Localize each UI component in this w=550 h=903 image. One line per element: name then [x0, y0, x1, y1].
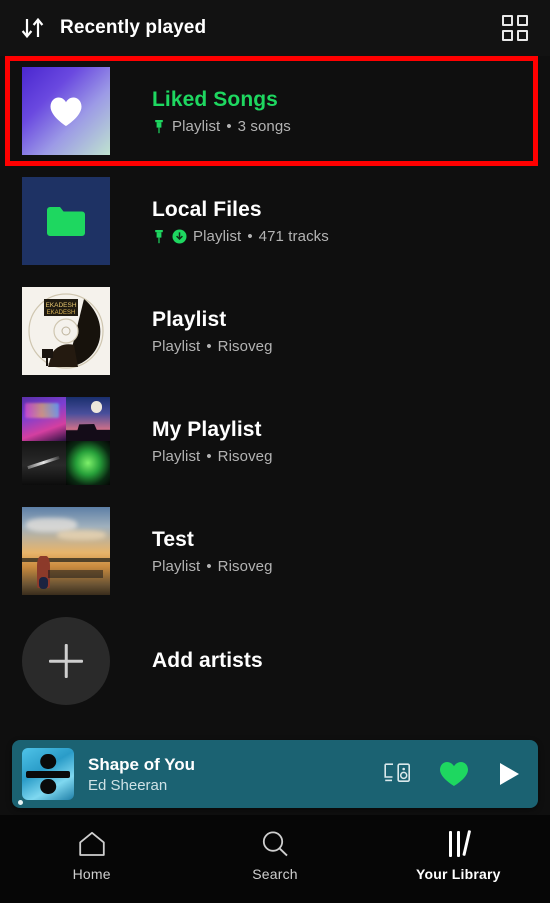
tab-your-library[interactable]: Your Library — [367, 829, 550, 882]
tab-home[interactable]: Home — [0, 829, 183, 882]
separator: • — [247, 228, 253, 246]
library-icon — [448, 829, 471, 859]
grid-view-icon[interactable] — [502, 15, 528, 41]
search-icon — [261, 829, 289, 859]
page-title: Recently played — [60, 17, 207, 38]
now-playing-artist: Ed Sheeran — [88, 776, 168, 794]
list-item-meta: Liked Songs Playlist • 3 songs — [152, 87, 291, 135]
heart-icon — [50, 97, 82, 126]
pin-icon — [152, 119, 166, 134]
local-files-artwork — [22, 177, 110, 265]
svg-text:EKADESH: EKADESH — [47, 310, 76, 316]
list-item-type: Playlist — [152, 338, 201, 356]
list-item[interactable]: Test Playlist • Risoveg — [0, 496, 550, 606]
divide-dot — [40, 778, 56, 795]
title-band — [48, 570, 103, 579]
list-item-type: Playlist — [172, 118, 221, 136]
plus-icon — [22, 617, 110, 705]
tab-label: Search — [252, 866, 298, 882]
connect-to-device-icon[interactable] — [384, 762, 412, 786]
list-item-type: Playlist — [193, 228, 242, 246]
list-item-title: My Playlist — [152, 417, 262, 441]
cd-disc-image: EKADESH EKADESH — [22, 287, 110, 375]
list-item-title: Test — [152, 527, 195, 551]
collage-tile — [66, 397, 110, 441]
add-artists-row[interactable]: Add artists — [0, 606, 550, 716]
library-bar — [456, 831, 460, 857]
list-item-subtitle: Playlist • Risoveg — [152, 558, 273, 575]
list-item-detail: 471 tracks — [258, 228, 329, 246]
list-item[interactable]: EKADESH EKADESH Playlist Playlist • Riso… — [0, 276, 550, 386]
now-playing-actions — [384, 761, 522, 787]
list-item-title: Local Files — [152, 197, 262, 221]
folder-icon — [47, 206, 85, 236]
disc-artwork: EKADESH EKADESH — [22, 287, 110, 375]
tab-search[interactable]: Search — [183, 829, 366, 882]
list-item-meta: My Playlist Playlist • Risoveg — [152, 417, 273, 465]
bottom-navigation: Home Search Your Library — [0, 815, 550, 903]
app-screen: Recently played Liked Songs Playlist • 3… — [0, 0, 550, 903]
now-playing-title: Shape of You — [88, 754, 196, 774]
list-item-title: Liked Songs — [152, 87, 278, 111]
list-item-type: Playlist — [152, 448, 201, 466]
collage-artwork — [22, 397, 110, 485]
library-list: Liked Songs Playlist • 3 songs Local Fil… — [0, 56, 550, 716]
list-item-meta: Local Files Playlist • 471 tracks — [152, 197, 329, 245]
heart-filled-icon[interactable] — [439, 761, 469, 787]
list-item-subtitle: Playlist • Risoveg — [152, 448, 273, 465]
list-item-detail: 3 songs — [237, 118, 291, 136]
list-item[interactable]: My Playlist Playlist • Risoveg — [0, 386, 550, 496]
library-bar — [462, 830, 471, 857]
list-item-detail: Risoveg — [217, 338, 273, 356]
add-artists-label: Add artists — [152, 648, 263, 672]
collage-tile — [22, 397, 66, 441]
list-item-subtitle: Playlist • 471 tracks — [152, 228, 329, 245]
separator: • — [226, 118, 232, 136]
sort-down-up-icon[interactable] — [18, 13, 48, 43]
horizon-line — [22, 558, 110, 562]
download-icon — [172, 229, 187, 244]
list-item-subtitle: Playlist • 3 songs — [152, 118, 291, 135]
plus-glyph — [49, 644, 83, 678]
divide-bar — [26, 770, 70, 778]
cloud-shape — [57, 529, 107, 541]
grid-cell — [502, 30, 513, 41]
svg-text:EKADESH: EKADESH — [45, 302, 76, 309]
collage-tile — [22, 441, 66, 485]
header: Recently played — [0, 0, 550, 56]
grid-cell — [517, 30, 528, 41]
add-artists-meta: Add artists — [152, 648, 263, 674]
home-icon — [78, 829, 106, 859]
separator: • — [206, 338, 212, 356]
sunset-artwork — [22, 507, 110, 595]
now-playing-bar[interactable]: Shape of You Ed Sheeran — [12, 740, 538, 808]
play-icon[interactable] — [496, 761, 522, 787]
list-item-meta: Playlist Playlist • Risoveg — [152, 307, 273, 355]
list-item-title: Playlist — [152, 307, 227, 331]
list-item-type: Playlist — [152, 558, 201, 576]
separator: • — [206, 558, 212, 576]
grid-cell — [517, 15, 528, 26]
library-bars — [448, 830, 471, 857]
library-bar — [448, 831, 452, 857]
list-item-subtitle: Playlist • Risoveg — [152, 338, 273, 355]
list-item-detail: Risoveg — [217, 558, 273, 576]
list-item[interactable]: Liked Songs Playlist • 3 songs — [0, 56, 550, 166]
list-item-detail: Risoveg — [217, 448, 273, 466]
list-item[interactable]: Local Files Playlist • 471 tracks — [0, 166, 550, 276]
grid-cell — [502, 15, 513, 26]
now-playing-meta: Shape of You Ed Sheeran — [88, 755, 384, 794]
separator: • — [206, 448, 212, 466]
now-playing-artwork — [22, 748, 74, 800]
tab-label: Your Library — [416, 866, 501, 882]
liked-songs-artwork — [22, 67, 110, 155]
list-item-meta: Test Playlist • Risoveg — [152, 527, 273, 575]
collage-tile — [66, 441, 110, 485]
tab-label: Home — [72, 866, 111, 882]
progress-indicator[interactable] — [18, 800, 23, 805]
divide-dot — [40, 753, 56, 770]
pin-icon — [152, 229, 166, 244]
